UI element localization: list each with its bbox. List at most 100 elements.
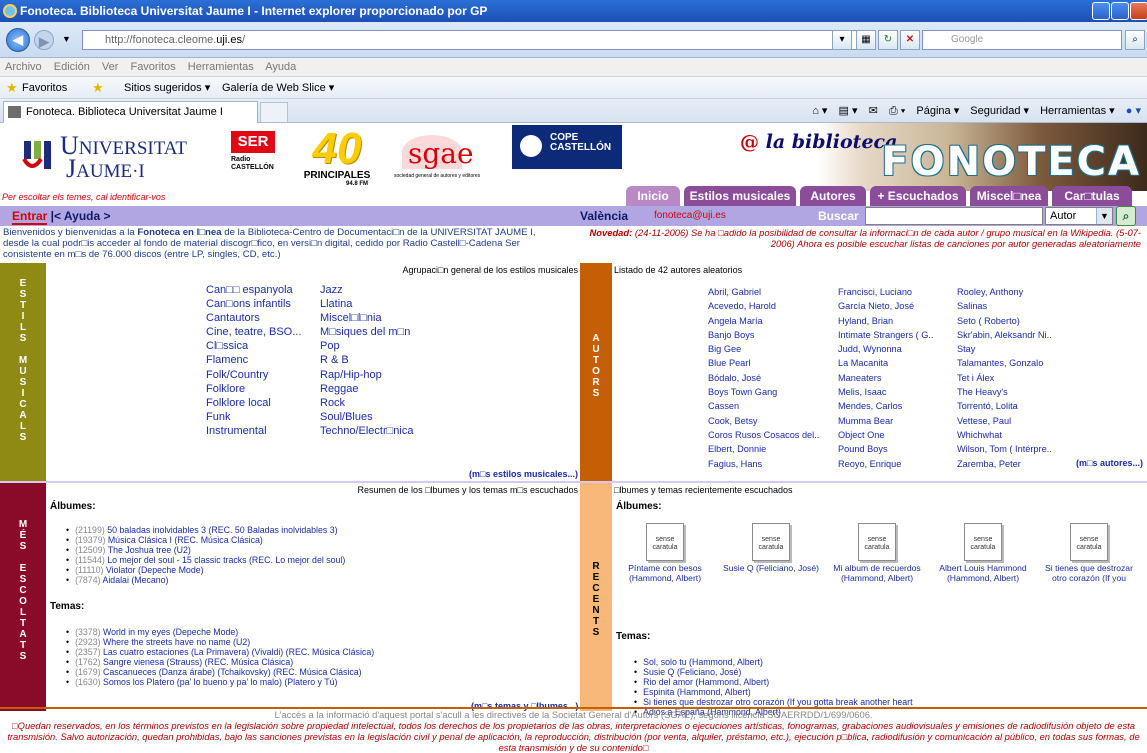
author-link[interactable]: Fagius, Hans [708,457,819,471]
item-link[interactable]: Susie Q (Feliciano, José) [643,667,741,677]
style-link[interactable]: Llatina [320,297,413,311]
author-link[interactable]: Salinas [957,299,1052,313]
author-link[interactable]: García Nieto, José [838,299,933,313]
url-dropdown-button[interactable]: ▾ [832,30,852,50]
album-item[interactable]: sense caratula Albert Louis Hammond (Hammo… [930,523,1036,583]
author-link[interactable]: Banjo Boys [708,328,819,342]
author-link[interactable]: Boys Town Gang [708,385,819,399]
author-link[interactable]: Stay [957,342,1052,356]
item-link[interactable]: Where the streets have no name (U2) [103,637,250,647]
email-link[interactable]: fonoteca@uji.es [654,206,726,226]
close-button[interactable] [1130,2,1147,20]
style-link[interactable]: Folklore local [206,396,301,410]
album-title[interactable]: Susie Q (Feliciano, José) [718,563,824,573]
author-link[interactable]: Intimate Strangers ( G.. [838,328,933,342]
tab-estilos-musicales[interactable]: Estilos musicales [684,186,796,206]
style-link[interactable]: Rock [320,396,413,410]
tools-menu[interactable]: Herramientas ▾ [1040,105,1115,117]
compat-view-button[interactable]: ▦ [856,30,876,50]
search-type-select[interactable]: Autor ▼ [1045,207,1113,225]
style-link[interactable]: Cine, teatre, BSO... [206,325,301,339]
item-link[interactable]: Aidalai (Mecano) [102,575,168,585]
style-link[interactable]: M□siques del m□n [320,325,413,339]
minimize-button[interactable] [1092,2,1110,20]
author-link[interactable]: Rooley, Anthony [957,285,1052,299]
album-cover[interactable]: sense caratula [964,523,1002,561]
author-link[interactable]: Whichwhat [957,428,1052,442]
style-link[interactable]: Can□□ espanyola [206,283,301,297]
album-item[interactable]: sense caratula Si tienes que destrozar otr… [1036,523,1142,583]
print-icon[interactable]: ⎙ ▾ [889,105,905,117]
style-link[interactable]: Reggae [320,382,413,396]
security-menu[interactable]: Seguridad ▾ [970,105,1029,117]
mail-icon[interactable]: ✉ [869,105,878,117]
menu-edicion[interactable]: Edición [54,61,90,73]
item-link[interactable]: Lo mejor del soul - 15 classic tracks (R… [107,555,345,565]
style-link[interactable]: Rap/Hip-hop [320,368,413,382]
album-subtitle[interactable]: (Hammond, Albert) [612,573,718,583]
author-link[interactable]: Elbert, Donnie [708,442,819,456]
web-slice-gallery-link[interactable]: Galería de Web Slice ▾ [222,77,334,99]
page-menu[interactable]: Página ▾ [916,105,959,117]
style-link[interactable]: Cantautors [206,311,301,325]
suggested-sites-link[interactable]: Sitios sugeridos ▾ [124,77,210,99]
item-link[interactable]: Si tienes que destrozar otro corazón (If… [643,697,912,707]
style-link[interactable]: Miscel□l□nia [320,311,413,325]
item-link[interactable]: Sol, solo tu (Hammond, Albert) [643,657,763,667]
author-link[interactable]: Maneaters [838,371,933,385]
menu-herramientas[interactable]: Herramientas [188,61,254,73]
author-link[interactable]: Cassen [708,399,819,413]
author-link[interactable]: Wilson, Tom ( Intérpre.. [957,442,1052,456]
album-title[interactable]: Albert Louis Hammond [930,563,1036,573]
recent-pages-dropdown[interactable]: ▼ [62,34,71,44]
album-subtitle[interactable]: (Hammond, Albert) [824,573,930,583]
author-link[interactable]: Skr'abin, Aleksandr Ni.. [957,328,1052,342]
author-link[interactable]: Zaremba, Peter [957,457,1052,471]
menu-archivo[interactable]: Archivo [5,61,42,73]
author-link[interactable]: Abril, Gabriel [708,285,819,299]
author-link[interactable]: Tet i Álex [957,371,1052,385]
forward-button[interactable]: ▶ [34,30,54,50]
new-tab-button[interactable] [260,102,288,122]
item-link[interactable]: Las cuatro estaciones (La Primavera) (Vi… [103,647,374,657]
author-link[interactable]: Bódalo, José [708,371,819,385]
author-link[interactable]: Francisci, Luciano [838,285,933,299]
author-link[interactable]: Hyland, Brian [838,314,933,328]
feeds-icon[interactable]: ▤ ▾ [839,105,858,117]
item-link[interactable]: Violator (Depeche Mode) [106,565,204,575]
refresh-button[interactable]: ↻ [878,30,898,50]
album-title[interactable]: Píntame con besos [612,563,718,573]
album-cover[interactable]: sense caratula [858,523,896,561]
browser-tab[interactable]: Fonoteca. Biblioteca Universitat Jaume I [3,101,258,123]
author-link[interactable]: La Macanita [838,356,933,370]
style-link[interactable]: Folk/Country [206,368,301,382]
more-estilos-link[interactable]: (m□s estilos musicales...) [469,469,578,479]
item-link[interactable]: Somos los Platero (pa' lo bueno y pa' lo… [103,677,337,687]
entrar-link[interactable]: Entrar [12,209,48,225]
author-link[interactable]: Melis, Isaac [838,385,933,399]
author-link[interactable]: Coros Rusos Cosacos del.. [708,428,819,442]
more-autores-link[interactable]: (m□s autores...) [1076,458,1143,468]
item-link[interactable]: 50 baladas inolvidables 3 (REC. 50 Balad… [107,525,337,535]
album-title[interactable]: Mi album de recuerdos [824,563,930,573]
style-link[interactable]: Jazz [320,283,413,297]
album-item[interactable]: sense caratula Mi album de recuerdos (Hamm… [824,523,930,583]
item-link[interactable]: Espinita (Hammond, Albert) [643,687,751,697]
item-link[interactable]: World in my eyes (Depeche Mode) [103,627,238,637]
author-link[interactable]: Pound Boys [838,442,933,456]
item-link[interactable]: Rio del amor (Hammond, Albert) [643,677,769,687]
back-button[interactable]: ◀ [6,28,30,52]
favorites-button[interactable]: Favoritos [22,77,67,99]
search-input[interactable]: Google [922,30,1122,50]
album-cover[interactable]: sense caratula [752,523,790,561]
album-cover[interactable]: sense caratula [1070,523,1108,561]
author-link[interactable]: Mendes, Carlos [838,399,933,413]
item-link[interactable]: Música Clásica I (REC. Música Clásica) [108,535,263,545]
author-link[interactable]: Acevedo, Harold [708,299,819,313]
home-icon[interactable]: ⌂ ▾ [812,105,827,117]
author-link[interactable]: Judd, Wynonna [838,342,933,356]
author-link[interactable]: Torrentó, Lolita [957,399,1052,413]
style-link[interactable]: Can□ons infantils [206,297,301,311]
tab-autores[interactable]: Autores [800,186,866,206]
item-link[interactable]: The Joshua tree (U2) [108,545,191,555]
